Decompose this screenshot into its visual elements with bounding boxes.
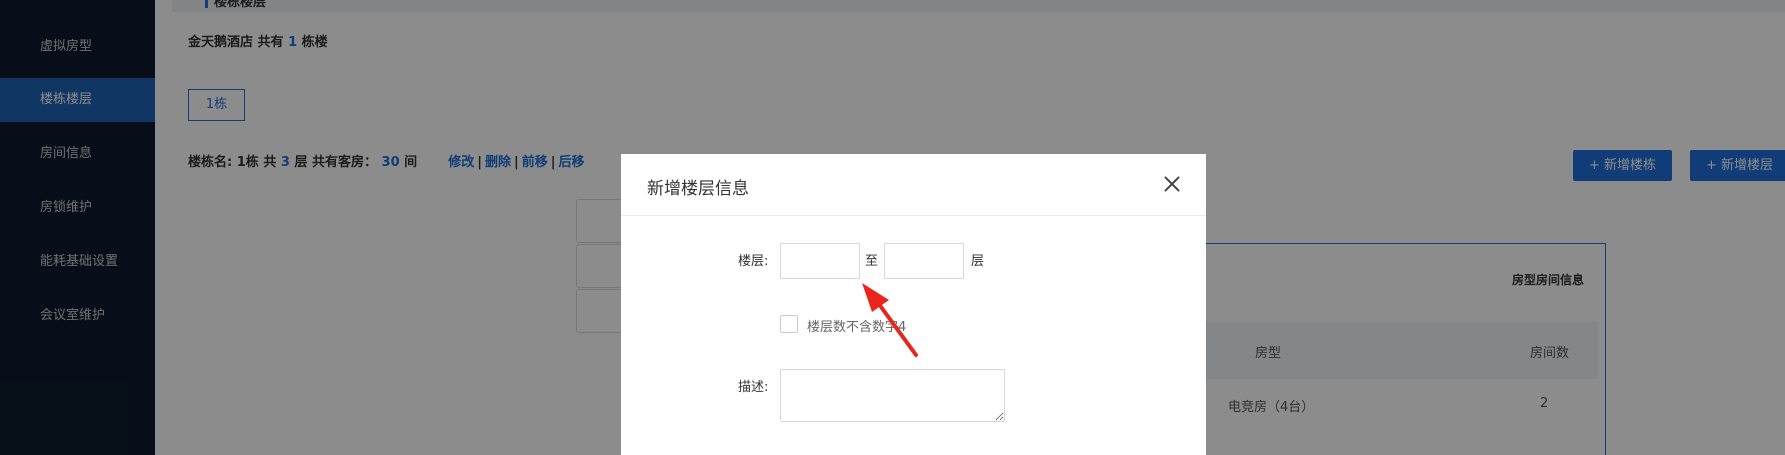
description-textarea[interactable] [780,369,1005,422]
exclude-four-checkbox[interactable] [780,315,798,333]
floor-to-input[interactable] [884,243,964,279]
add-floor-dialog: 新增楼层信息 楼层: 至 层 楼层数不含数字4 描述: [621,154,1206,455]
floor-unit: 层 [971,254,985,269]
close-icon[interactable] [1162,174,1182,194]
to-label: 至 [865,254,879,269]
floor-label: 楼层: [738,254,769,269]
dialog-header: 新增楼层信息 [621,154,1206,216]
exclude-four-label: 楼层数不含数字4 [807,320,907,335]
description-label: 描述: [738,380,769,395]
dialog-title: 新增楼层信息 [647,179,749,199]
floor-from-input[interactable] [780,243,860,279]
